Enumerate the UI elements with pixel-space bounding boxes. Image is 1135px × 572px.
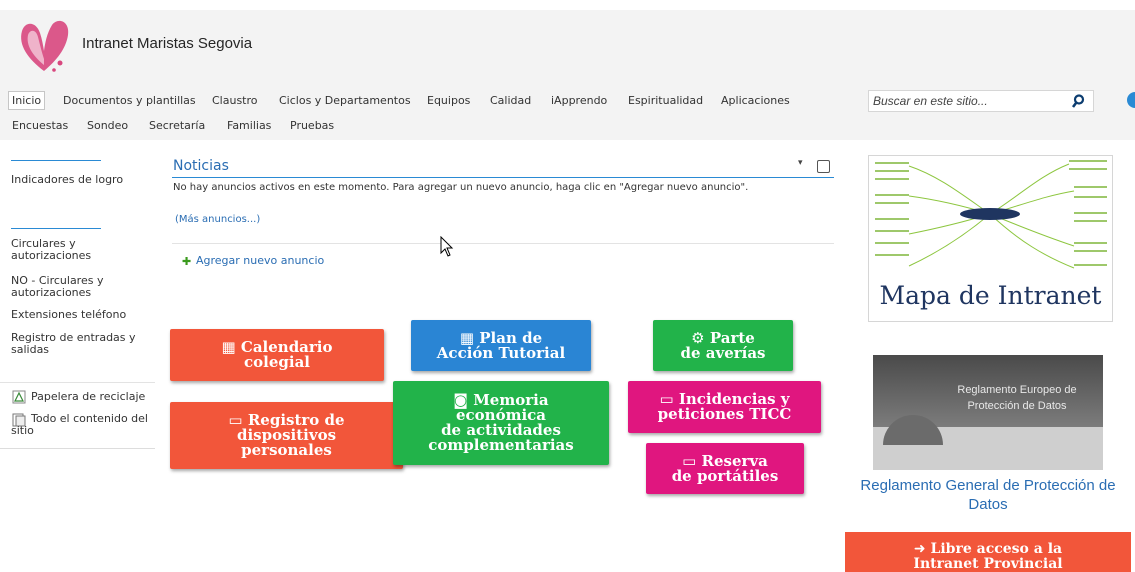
nav-item-espiritualidad[interactable]: Espiritualidad xyxy=(628,94,703,107)
tile-parte-averias[interactable]: ⚙ Parte de averías xyxy=(653,320,793,371)
search-box[interactable]: Buscar en este sitio... xyxy=(868,90,1094,112)
nav-item-pruebas[interactable]: Pruebas xyxy=(290,119,334,132)
left-nav-item-no-circulares[interactable]: NO - Circulares y autorizaciones xyxy=(11,275,151,299)
search-icon[interactable] xyxy=(1071,92,1089,110)
tile-reserva-portatiles[interactable]: ▭ Reserva de portátiles xyxy=(646,443,804,494)
news-title[interactable]: Noticias xyxy=(173,158,229,174)
left-nav-divider xyxy=(11,228,101,229)
add-icon: ✚ xyxy=(182,255,192,268)
news-select-checkbox[interactable] xyxy=(817,160,830,173)
left-nav-all-content[interactable]: Todo el contenido del sitio xyxy=(11,413,151,437)
top-band xyxy=(0,0,1135,10)
tile-plan-accion-tutorial[interactable]: ▦ Plan de Acción Tutorial xyxy=(411,320,591,371)
rgpd-link[interactable]: Reglamento General de Protección de Dato… xyxy=(846,476,1130,514)
site-logo-icon[interactable] xyxy=(14,15,74,77)
mapa-intranet-image[interactable]: Mapa de Intranet xyxy=(868,155,1113,322)
news-more-link[interactable]: (Más anuncios...) xyxy=(175,214,260,225)
rgpd-image-text: Reglamento Europeo de Protección de Dato… xyxy=(957,384,1077,412)
mouse-cursor-icon xyxy=(440,236,454,257)
tile-calendario[interactable]: ▦ Calendario colegial xyxy=(170,329,384,381)
rgpd-image[interactable]: Reglamento Europeo de Protección de Dato… xyxy=(873,355,1103,470)
left-nav-divider xyxy=(11,160,101,161)
left-nav-item-registro-entradas[interactable]: Registro de entradas y salidas xyxy=(11,332,151,356)
news-title-underline xyxy=(172,177,834,178)
left-nav-recycle-bin[interactable]: Papelera de reciclaje xyxy=(31,391,171,403)
nav-item-secretaria[interactable]: Secretaría xyxy=(149,119,205,132)
left-nav-item-extensiones[interactable]: Extensiones teléfono xyxy=(11,309,151,321)
add-announcement-link[interactable]: Agregar nuevo anuncio xyxy=(196,254,324,267)
site-title[interactable]: Intranet Maristas Segovia xyxy=(82,35,252,52)
arrow-circle-right-icon: ➜ xyxy=(913,541,931,557)
nav-item-equipos[interactable]: Equipos xyxy=(427,94,470,107)
left-nav-separator xyxy=(0,382,155,383)
nav-item-ciclos[interactable]: Ciclos y Departamentos xyxy=(279,94,411,107)
nav-item-encuestas[interactable]: Encuestas xyxy=(12,119,68,132)
nav-item-iapprendo[interactable]: iApprendo xyxy=(551,94,607,107)
mapa-label: Mapa de Intranet xyxy=(879,281,1102,310)
recycle-bin-icon xyxy=(12,390,26,404)
nav-item-calidad[interactable]: Calidad xyxy=(490,94,531,107)
search-input[interactable]: Buscar en este sitio... xyxy=(873,94,988,108)
left-nav-item-circulares[interactable]: Circulares y autorizaciones xyxy=(11,238,151,262)
news-empty-message: No hay anuncios activos en este momento.… xyxy=(173,182,749,193)
nav-item-familias[interactable]: Familias xyxy=(227,119,271,132)
tile-memoria-economica[interactable]: ◙ Memoria económica de actividades compleme… xyxy=(393,381,609,465)
tile-incidencias-ticc[interactable]: ▭ Incidencias y peticiones TICC xyxy=(628,381,821,433)
nav-item-sondeo[interactable]: Sondeo xyxy=(87,119,128,132)
news-divider xyxy=(172,243,834,244)
left-nav-bottom-border xyxy=(0,448,155,449)
nav-item-claustro[interactable]: Claustro xyxy=(212,94,258,107)
hand-graphic xyxy=(883,415,943,445)
calendar-icon: ▦ xyxy=(221,338,241,356)
nav-item-aplicaciones[interactable]: Aplicaciones xyxy=(721,94,790,107)
tile-registro-dispositivos[interactable]: ▭ Registro de dispositivos personales xyxy=(170,402,403,469)
left-nav-item-indicadores[interactable]: Indicadores de logro xyxy=(11,174,151,186)
nav-item-inicio[interactable]: Inicio xyxy=(8,91,46,110)
news-menu-chevron-down-icon[interactable]: ▾ xyxy=(798,158,803,168)
libre-acceso-button[interactable]: ➜ Libre acceso a la Intranet Provincial xyxy=(845,532,1131,572)
mind-map-graphic xyxy=(875,160,1107,269)
nav-item-documentos[interactable]: Documentos y plantillas xyxy=(63,94,196,107)
